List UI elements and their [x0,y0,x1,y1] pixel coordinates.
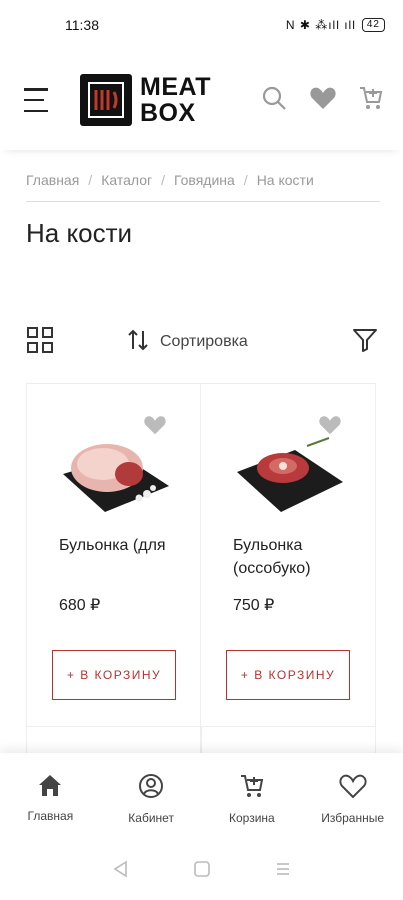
logo[interactable]: MEAT BOX [80,74,211,126]
page-title: На кости [26,218,133,248]
bottom-nav: Главная Кабинет Корзина Избранные [0,753,403,843]
nav-label: Корзина [229,811,275,825]
breadcrumb-home[interactable]: Главная [26,172,79,188]
status-bar: 11:38 N ✱ ⁂ıll ıll 42 [0,0,403,50]
recents-icon[interactable] [274,860,292,883]
nav-cart[interactable]: Корзина [202,753,303,843]
product-card[interactable]: Бульонка (оссобуко) 750 ₽ + В КОРЗИНУ [201,383,376,726]
app-header: MEAT BOX [0,50,403,150]
product-grid: Бульонка (для 680 ₽ + В КОРЗИНУ Бульонка… [26,383,376,726]
nav-home[interactable]: Главная [0,753,101,843]
add-to-cart-button[interactable]: + В КОРЗИНУ [226,650,350,700]
product-price: 680 ₽ [59,597,101,614]
nav-label: Кабинет [128,811,174,825]
breadcrumb: Главная / Каталог / Говядина / На кости [26,172,380,202]
home-square-icon[interactable] [193,860,211,883]
back-icon[interactable] [112,860,130,883]
product-name[interactable]: Бульонка (для [59,534,179,580]
favorites-heart-icon[interactable] [309,85,337,116]
logo-mark-icon [80,74,132,126]
product-price: 750 ₽ [233,597,275,614]
nav-account[interactable]: Кабинет [101,753,202,843]
nav-label: Главная [27,809,74,823]
cart-icon [239,773,265,802]
user-icon [138,773,164,802]
battery-icon: 42 [361,18,385,32]
signal-icons: N ✱ ⁂ıll ıll [285,18,356,32]
status-time: 11:38 [65,17,99,33]
home-icon [37,773,63,800]
nav-label: Избранные [321,811,384,825]
status-icons: N ✱ ⁂ıll ıll 42 [286,18,385,32]
product-image[interactable] [233,424,345,514]
nav-favorites[interactable]: Избранные [302,753,403,843]
catalog-toolbar: Сортировка [26,322,378,362]
add-to-cart-button[interactable]: + В КОРЗИНУ [52,650,176,700]
product-grid-next-row [26,726,376,756]
sort-label: Сортировка [160,333,248,350]
product-image[interactable] [59,424,171,514]
breadcrumb-current: На кости [256,172,314,188]
logo-text: MEAT BOX [140,73,211,127]
search-icon[interactable] [261,85,287,116]
breadcrumb-catalog[interactable]: Каталог [101,172,152,188]
breadcrumb-beef[interactable]: Говядина [174,172,235,188]
grid-view-icon[interactable] [26,326,54,359]
heart-icon [339,773,367,802]
cart-icon[interactable] [359,85,383,116]
sort-arrows-icon [126,328,150,357]
filter-icon[interactable] [352,327,378,358]
product-card[interactable]: Бульонка (для 680 ₽ + В КОРЗИНУ [26,383,201,726]
sort-button[interactable]: Сортировка [126,328,248,357]
product-name[interactable]: Бульонка (оссобуко) [233,534,353,580]
system-nav [0,843,403,900]
menu-icon[interactable] [24,88,52,112]
